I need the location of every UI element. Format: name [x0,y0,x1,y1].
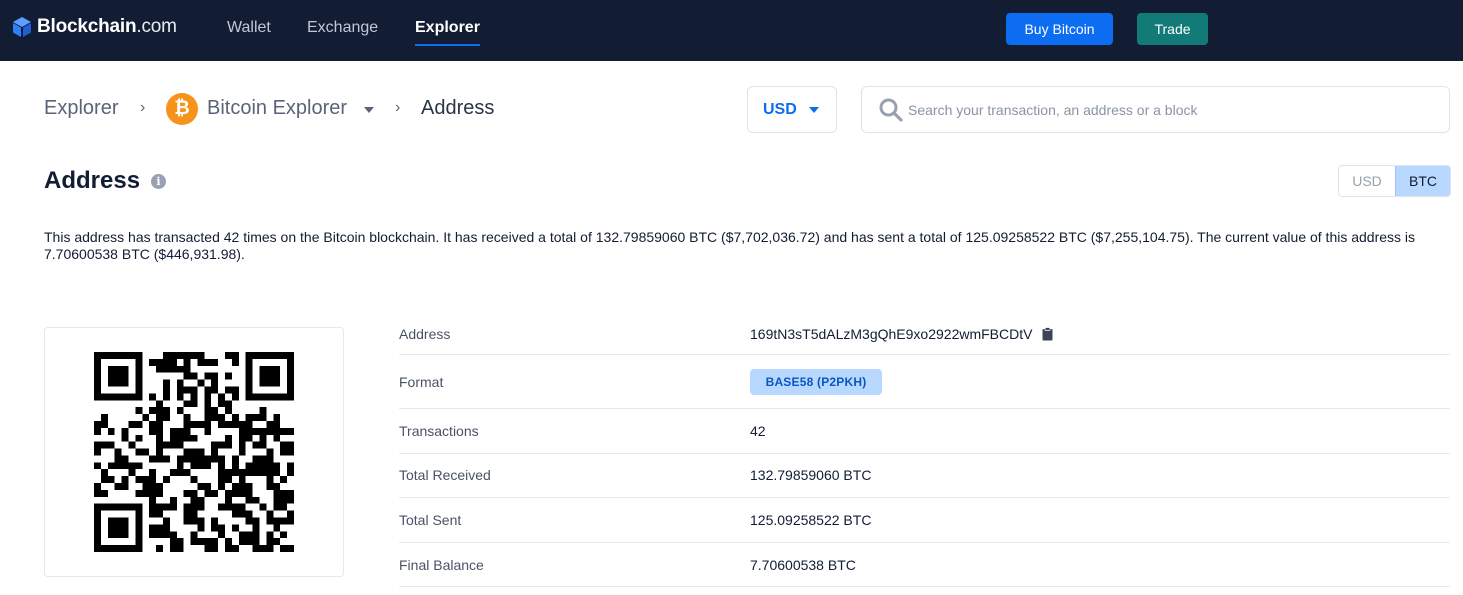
brand-name: Blockchain.com [37,16,177,37]
nav-wallet[interactable]: Wallet [227,19,271,37]
nav-explorer[interactable]: Explorer [415,19,480,46]
breadcrumb-explorer[interactable]: Explorer [44,97,118,120]
total-sent-value: 125.09258522 BTC [750,512,872,528]
detail-row-final-balance: Final Balance 7.70600538 BTC [399,543,1450,587]
detail-row-format: Format BASE58 (P2PKH) [399,355,1450,409]
bitcoin-icon: ₿ [166,93,198,125]
toggle-usd[interactable]: USD [1339,166,1395,196]
trade-button[interactable]: Trade [1137,13,1208,45]
chevron-down-icon[interactable] [364,107,374,113]
qr-code-card [44,327,344,577]
currency-select-value: USD [763,100,797,118]
search-icon [879,98,903,122]
detail-row-transactions: Transactions 42 [399,409,1450,454]
page-title: Address [44,167,141,194]
breadcrumb-current-address: Address [421,97,495,119]
transactions-value: 42 [750,423,766,439]
top-nav-bar: Blockchain.com Wallet Exchange Explorer … [0,0,1463,61]
active-nav-indicator [415,44,480,46]
total-received-value: 132.79859060 BTC [750,467,872,483]
search-input[interactable] [908,88,1428,131]
toggle-btc[interactable]: BTC [1395,166,1450,196]
qr-code-image [94,352,294,552]
chevron-down-icon [809,107,819,113]
search-box[interactable] [861,86,1450,133]
detail-row-address: Address 169tN3sT5dALzM3gQhE9xo2922wmFBCD… [399,316,1450,355]
copy-clipboard-icon[interactable] [1042,327,1053,341]
detail-label: Transactions [399,423,479,439]
detail-row-total-sent: Total Sent 125.09258522 BTC [399,498,1450,543]
detail-label: Total Sent [399,512,462,528]
currency-select[interactable]: USD [747,86,837,133]
final-balance-value: 7.70600538 BTC [750,557,856,573]
unit-toggle: USD BTC [1338,165,1451,197]
address-text: 169tN3sT5dALzM3gQhE9xo2922wmFBCDtV [750,326,1033,342]
breadcrumb-bitcoin-explorer[interactable]: Bitcoin Explorer [207,97,347,120]
detail-label: Format [399,374,444,390]
breadcrumb-separator-icon: › [395,99,401,116]
nav-exchange[interactable]: Exchange [307,19,378,37]
detail-row-total-received: Total Received 132.79859060 BTC [399,454,1450,498]
buy-bitcoin-button[interactable]: Buy Bitcoin [1006,13,1113,45]
info-icon[interactable]: i [151,174,166,189]
blockchain-logo[interactable]: Blockchain.com [12,14,177,40]
format-badge: BASE58 (P2PKH) [750,369,882,395]
address-summary: This address has transacted 42 times on … [44,229,1416,262]
blockchain-logo-icon [13,17,31,37]
detail-label: Address [399,326,451,342]
detail-label: Total Received [399,467,491,483]
address-value[interactable]: 169tN3sT5dALzM3gQhE9xo2922wmFBCDtV [750,326,1053,342]
detail-label: Final Balance [399,557,484,573]
breadcrumb-separator-icon: › [140,99,146,116]
